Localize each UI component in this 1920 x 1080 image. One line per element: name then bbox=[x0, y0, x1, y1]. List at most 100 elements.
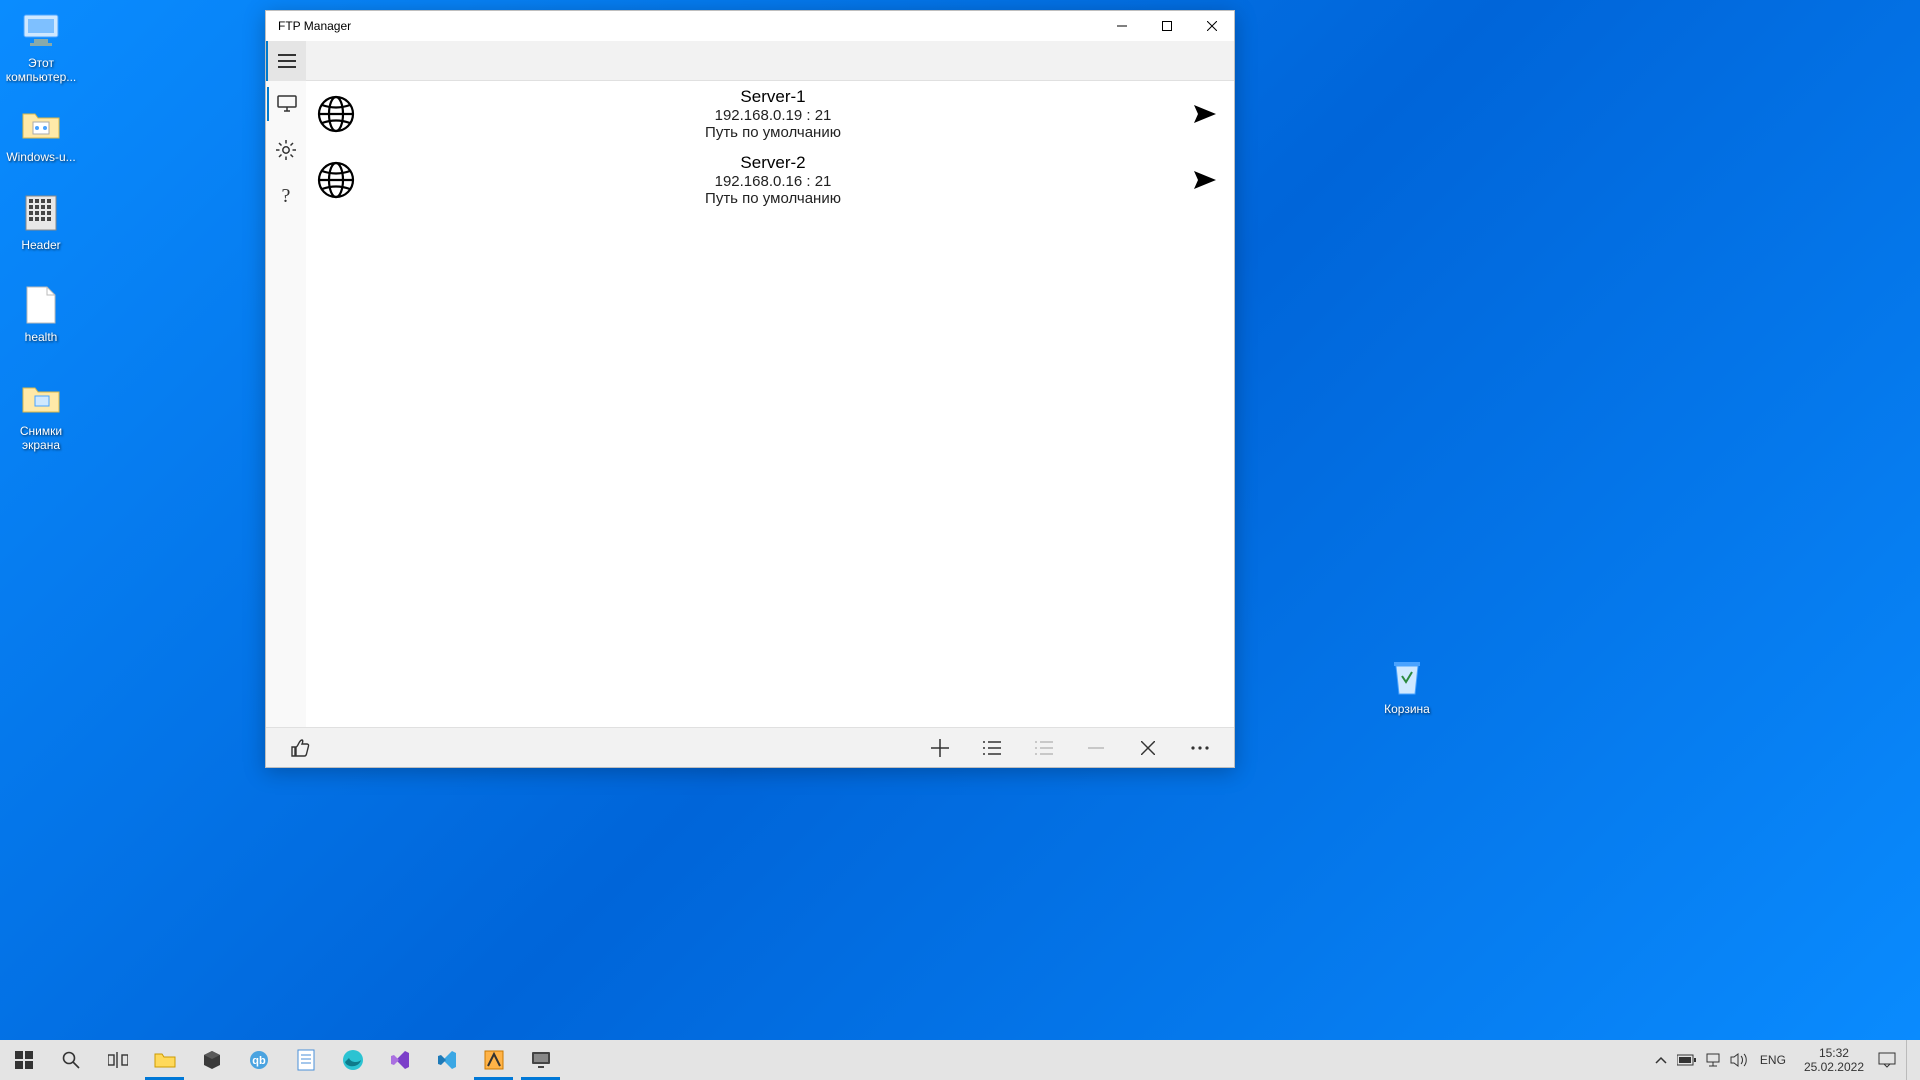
list-disabled-button bbox=[1018, 728, 1070, 768]
battery-icon bbox=[1677, 1054, 1697, 1066]
desktop-icon-windows-u[interactable]: Windows-u... bbox=[2, 104, 80, 164]
plus-icon bbox=[931, 739, 949, 757]
nav-rail: ? bbox=[266, 81, 306, 727]
tray-action-center[interactable] bbox=[1876, 1040, 1898, 1080]
server-list-item[interactable]: Server-1 192.168.0.19 : 21 Путь по умолч… bbox=[306, 81, 1234, 147]
taskbar-taskview[interactable] bbox=[94, 1040, 141, 1080]
taskbar-app-vscode[interactable] bbox=[423, 1040, 470, 1080]
monitor-icon bbox=[531, 1051, 551, 1069]
list-icon bbox=[1035, 741, 1053, 755]
server-address: 192.168.0.19 : 21 bbox=[356, 107, 1190, 124]
desktop-icon-health[interactable]: health bbox=[2, 284, 80, 344]
desktop-icon-label: Windows-u... bbox=[2, 150, 80, 164]
hamburger-button[interactable] bbox=[266, 41, 306, 81]
taskbar-app-explorer[interactable] bbox=[141, 1040, 188, 1080]
taskbar-app-generic-2[interactable] bbox=[470, 1040, 517, 1080]
maximize-button[interactable] bbox=[1144, 11, 1189, 41]
window-title: FTP Manager bbox=[266, 19, 351, 33]
cube-icon bbox=[202, 1050, 222, 1070]
document-icon bbox=[296, 1049, 316, 1071]
tray-network[interactable] bbox=[1702, 1040, 1724, 1080]
list-button[interactable] bbox=[966, 728, 1018, 768]
desktop-icon-recycle-bin[interactable]: Корзина bbox=[1368, 656, 1446, 716]
question-mark-icon: ? bbox=[282, 185, 291, 208]
windows-icon bbox=[15, 1051, 33, 1069]
file-icon bbox=[20, 192, 62, 234]
edge-icon bbox=[342, 1049, 364, 1071]
monitor-icon bbox=[277, 95, 297, 113]
server-list-item[interactable]: Server-2 192.168.0.16 : 21 Путь по умолч… bbox=[306, 147, 1234, 213]
desktop-icon-header[interactable]: Header bbox=[2, 192, 80, 252]
notification-icon bbox=[1878, 1052, 1896, 1068]
titlebar[interactable]: FTP Manager bbox=[266, 11, 1234, 41]
chevron-up-icon bbox=[1655, 1056, 1667, 1064]
desktop-icon-label: Корзина bbox=[1368, 702, 1446, 716]
start-button[interactable] bbox=[0, 1040, 47, 1080]
rail-settings-button[interactable] bbox=[267, 133, 305, 167]
taskbar-app-visualstudio[interactable] bbox=[376, 1040, 423, 1080]
desktop-icon-label: Этот компьютер... bbox=[2, 56, 80, 85]
rail-servers-button[interactable] bbox=[267, 87, 305, 121]
like-button[interactable] bbox=[274, 728, 326, 768]
tray-time: 15:32 bbox=[1804, 1046, 1864, 1060]
minus-icon bbox=[1088, 740, 1104, 756]
taskbar: qb ENG bbox=[0, 1040, 1920, 1080]
send-icon bbox=[1194, 171, 1216, 189]
this-pc-icon bbox=[20, 10, 62, 52]
send-icon bbox=[1194, 105, 1216, 123]
tray-battery[interactable] bbox=[1676, 1040, 1698, 1080]
minimize-button[interactable] bbox=[1099, 11, 1144, 41]
volume-icon bbox=[1730, 1053, 1748, 1067]
tray-date: 25.02.2022 bbox=[1804, 1060, 1864, 1074]
list-icon bbox=[983, 741, 1001, 755]
app-window: FTP Manager ? bbox=[265, 10, 1235, 768]
tray-clock[interactable]: 15:32 25.02.2022 bbox=[1796, 1046, 1872, 1075]
desktop-icon-label: Снимки экрана bbox=[2, 424, 80, 453]
close-button[interactable] bbox=[1189, 11, 1234, 41]
thumbs-up-icon bbox=[290, 739, 310, 757]
remove-disabled-button bbox=[1070, 728, 1122, 768]
globe-icon bbox=[316, 160, 356, 200]
taskbar-app-word[interactable] bbox=[282, 1040, 329, 1080]
app-icon bbox=[484, 1050, 504, 1070]
globe-icon bbox=[316, 94, 356, 134]
server-address: 192.168.0.16 : 21 bbox=[356, 173, 1190, 190]
bottom-command-bar bbox=[266, 727, 1234, 767]
add-button[interactable] bbox=[914, 728, 966, 768]
vscode-icon bbox=[436, 1049, 458, 1071]
show-desktop-button[interactable] bbox=[1906, 1040, 1914, 1080]
gear-icon bbox=[276, 140, 296, 160]
search-icon bbox=[62, 1051, 80, 1069]
taskbar-search[interactable] bbox=[47, 1040, 94, 1080]
desktop-icon-screenshots[interactable]: Снимки экрана bbox=[2, 378, 80, 453]
more-button[interactable] bbox=[1174, 728, 1226, 768]
qb-icon: qb bbox=[249, 1050, 269, 1070]
connect-button[interactable] bbox=[1190, 105, 1220, 123]
folder-icon bbox=[20, 378, 62, 420]
connect-button[interactable] bbox=[1190, 171, 1220, 189]
taskbar-app-generic-1[interactable] bbox=[188, 1040, 235, 1080]
remove-button[interactable] bbox=[1122, 728, 1174, 768]
taskbar-app-ftpmanager[interactable] bbox=[517, 1040, 564, 1080]
tray-volume[interactable] bbox=[1728, 1040, 1750, 1080]
svg-text:qb: qb bbox=[252, 1055, 266, 1067]
tray-language[interactable]: ENG bbox=[1754, 1053, 1792, 1067]
desktop-icon-this-pc[interactable]: Этот компьютер... bbox=[2, 10, 80, 85]
more-icon bbox=[1191, 746, 1209, 750]
taskbar-app-qbittorrent[interactable]: qb bbox=[235, 1040, 282, 1080]
top-command-bar bbox=[266, 41, 1234, 81]
file-icon bbox=[20, 284, 62, 326]
tray-chevron-up[interactable] bbox=[1650, 1040, 1672, 1080]
server-path: Путь по умолчанию bbox=[356, 124, 1190, 141]
close-icon bbox=[1141, 741, 1155, 755]
desktop-icon-label: Header bbox=[2, 238, 80, 252]
rail-help-button[interactable]: ? bbox=[267, 179, 305, 213]
vs-icon bbox=[389, 1049, 411, 1071]
taskbar-app-edge[interactable] bbox=[329, 1040, 376, 1080]
folder-icon bbox=[20, 104, 62, 146]
server-name: Server-2 bbox=[356, 153, 1190, 173]
server-list: Server-1 192.168.0.19 : 21 Путь по умолч… bbox=[306, 81, 1234, 727]
server-path: Путь по умолчанию bbox=[356, 190, 1190, 207]
desktop-icon-label: health bbox=[2, 330, 80, 344]
network-icon bbox=[1704, 1053, 1722, 1067]
